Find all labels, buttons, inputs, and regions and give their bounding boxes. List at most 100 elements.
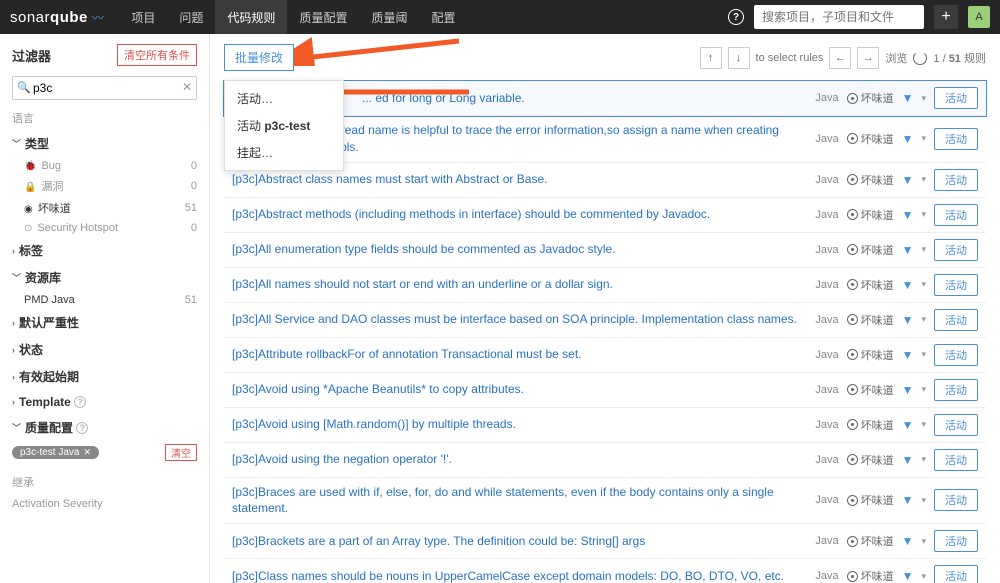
prev-button[interactable]: ← — [829, 47, 851, 69]
filter-icon[interactable]: ▼ — [902, 278, 914, 292]
nav-rules[interactable]: 代码规则 — [215, 0, 287, 34]
chevron-down-icon[interactable]: ▾ — [921, 536, 926, 547]
dd-activate[interactable]: 活动… — [225, 85, 343, 112]
chevron-down-icon[interactable]: ▾ — [921, 454, 926, 465]
activate-button[interactable]: 活动 — [934, 344, 978, 366]
type-item[interactable]: ◉坏味道51 — [12, 197, 197, 219]
repo-item[interactable]: PMD Java 51 — [12, 291, 197, 309]
next-button[interactable]: → — [857, 47, 879, 69]
clear-search-icon[interactable]: ✕ — [182, 80, 192, 94]
filter-icon[interactable]: ▼ — [902, 534, 914, 548]
chevron-down-icon[interactable]: ▾ — [921, 174, 926, 185]
activate-button[interactable]: 活动 — [934, 489, 978, 511]
facet-severity[interactable]: ›默认严重性 — [12, 309, 197, 336]
clear-all-button[interactable]: 清空所有条件 — [117, 44, 197, 66]
rule-type: 坏味道 — [847, 452, 894, 468]
facet-repo[interactable]: ﹀资源库 — [12, 264, 197, 291]
activate-button[interactable]: 活动 — [934, 204, 978, 226]
close-icon[interactable]: ✕ — [83, 447, 91, 458]
facet-since[interactable]: ›有效起始期 — [12, 363, 197, 390]
rule-link[interactable]: [p3c]All names should not start or end w… — [232, 276, 807, 293]
search-input-top[interactable] — [754, 5, 924, 29]
filter-icon[interactable]: ▼ — [902, 383, 914, 397]
clear-qp-button[interactable]: 清空 — [165, 444, 197, 461]
facet-tags[interactable]: ›标签 — [12, 237, 197, 264]
rule-lang: Java — [815, 92, 838, 104]
qp-tag[interactable]: p3c-test Java✕ — [12, 446, 99, 459]
down-button[interactable]: ↓ — [728, 47, 750, 69]
chevron-down-icon[interactable]: ▾ — [921, 133, 926, 144]
chevron-down-icon[interactable]: ▾ — [921, 384, 926, 395]
rule-link[interactable]: [p3c]Avoid using [Math.random()] by mult… — [232, 416, 807, 433]
activate-button[interactable]: 活动 — [934, 169, 978, 191]
rule-link[interactable]: [p3c]Abstract methods (including methods… — [232, 206, 807, 223]
activate-button[interactable]: 活动 — [934, 309, 978, 331]
facet-template[interactable]: ›Template ? — [12, 390, 197, 414]
filter-icon[interactable]: ▼ — [902, 493, 914, 507]
activate-button[interactable]: 活动 — [934, 239, 978, 261]
rule-link[interactable]: [p3c]Abstract class names must start wit… — [232, 171, 807, 188]
filter-icon[interactable]: ▼ — [902, 208, 914, 222]
filter-icon[interactable]: ▼ — [902, 132, 914, 146]
bulk-change-button[interactable]: 批量修改 — [224, 44, 294, 71]
chevron-down-icon[interactable]: ▾ — [921, 244, 926, 255]
nav-gates[interactable]: 质量阈 — [359, 0, 419, 34]
rule-lang: Java — [815, 174, 838, 186]
type-item[interactable]: ⊙Security Hotspot0 — [12, 219, 197, 237]
activate-button[interactable]: 活动 — [934, 530, 978, 552]
rule-link[interactable]: [p3c]Brackets are a part of an Array typ… — [232, 533, 807, 550]
filter-icon[interactable]: ▼ — [902, 313, 914, 327]
chevron-down-icon[interactable]: ▾ — [921, 571, 926, 582]
rule-link[interactable]: [p3c]Braces are used with if, else, for,… — [232, 484, 807, 518]
type-item[interactable]: 🐞Bug0 — [12, 157, 197, 175]
logo[interactable]: sonarqube 〰 — [10, 9, 104, 26]
chevron-down-icon[interactable]: ▾ — [921, 495, 926, 506]
activate-button[interactable]: 活动 — [934, 274, 978, 296]
filter-icon[interactable]: ▼ — [902, 348, 914, 362]
chevron-down-icon[interactable]: ▾ — [921, 314, 926, 325]
nav-issues[interactable]: 问题 — [167, 0, 215, 34]
chevron-down-icon[interactable]: ▾ — [921, 419, 926, 430]
rule-link[interactable]: [p3c]Class names should be nouns in Uppe… — [232, 568, 807, 583]
plus-button[interactable]: + — [934, 5, 958, 29]
rule-link[interactable]: [p3c]Avoid using the negation operator '… — [232, 451, 807, 468]
filter-icon[interactable]: ▼ — [902, 173, 914, 187]
filter-icon[interactable]: ▼ — [902, 569, 914, 583]
activate-button[interactable]: 活动 — [934, 449, 978, 471]
up-button[interactable]: ↑ — [700, 47, 722, 69]
activate-button[interactable]: 活动 — [934, 565, 978, 583]
filter-icon[interactable]: ▼ — [902, 243, 914, 257]
help-icon[interactable]: ? — [76, 422, 88, 434]
reload-icon[interactable] — [913, 51, 927, 65]
rule-link[interactable]: [p3c]All Service and DAO classes must be… — [232, 311, 807, 328]
rule-link[interactable]: [p3c]All enumeration type fields should … — [232, 241, 807, 258]
facet-qp[interactable]: ﹀质量配置 ? — [12, 414, 197, 441]
filter-icon[interactable]: ▼ — [902, 91, 914, 105]
nav-config[interactable]: 配置 — [419, 0, 467, 34]
activate-button[interactable]: 活动 — [934, 379, 978, 401]
chevron-down-icon[interactable]: ▾ — [921, 349, 926, 360]
search-input-side[interactable] — [12, 76, 197, 100]
activate-button[interactable]: 活动 — [934, 414, 978, 436]
chevron-down-icon[interactable]: ▾ — [921, 93, 926, 104]
dd-deactivate[interactable]: 挂起… — [225, 139, 343, 166]
rule-type: 坏味道 — [847, 277, 894, 293]
rule-link[interactable]: [p3c]Avoid using *Apache Beanutils* to c… — [232, 381, 807, 398]
activate-button[interactable]: 活动 — [934, 128, 978, 150]
dd-activate-p3c[interactable]: 活动 p3c-test — [225, 112, 343, 139]
filter-icon[interactable]: ▼ — [902, 418, 914, 432]
help-icon[interactable]: ? — [74, 396, 86, 408]
chevron-down-icon[interactable]: ▾ — [921, 209, 926, 220]
help-icon[interactable]: ? — [728, 9, 744, 25]
facet-status[interactable]: ›状态 — [12, 336, 197, 363]
facet-type[interactable]: ﹀类型 — [12, 130, 197, 157]
nav-profiles[interactable]: 质量配置 — [287, 0, 359, 34]
avatar[interactable]: A — [968, 6, 990, 28]
activate-button[interactable]: 活动 — [934, 87, 978, 109]
nav-projects[interactable]: 项目 — [119, 0, 167, 34]
rule-type: 坏味道 — [847, 312, 894, 328]
filter-icon[interactable]: ▼ — [902, 453, 914, 467]
type-item[interactable]: 🔒漏洞0 — [12, 175, 197, 197]
chevron-down-icon[interactable]: ▾ — [921, 279, 926, 290]
rule-link[interactable]: [p3c]Attribute rollbackFor of annotation… — [232, 346, 807, 363]
